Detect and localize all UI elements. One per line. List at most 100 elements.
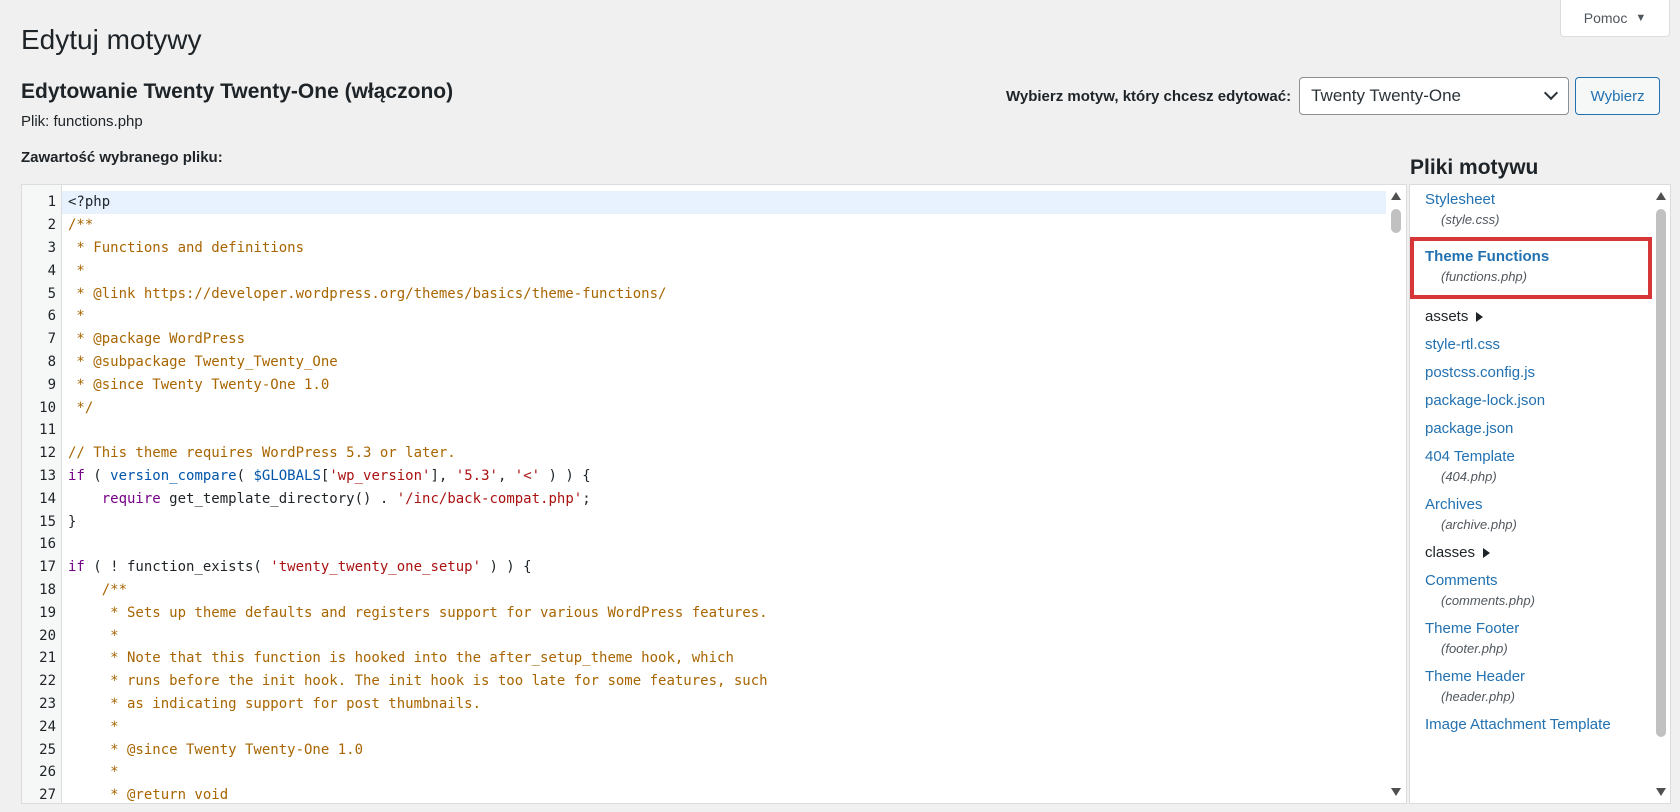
- scroll-up-arrow-icon[interactable]: [1656, 192, 1666, 200]
- file-item-theme-functions[interactable]: Theme Functions (functions.php): [1410, 237, 1652, 299]
- code-text: if ( ! function_exists( 'twenty_twenty_o…: [62, 556, 1386, 579]
- editor-scrollbar[interactable]: [1386, 185, 1406, 803]
- line-number: 7: [47, 331, 56, 348]
- folder-assets[interactable]: assets: [1410, 307, 1652, 327]
- theme-select[interactable]: Twenty Twenty-One: [1299, 77, 1570, 115]
- code-text: * @return void: [62, 784, 1386, 804]
- code-line[interactable]: 4 *: [22, 259, 1386, 282]
- line-number: 11: [39, 422, 56, 439]
- file-link[interactable]: Comments: [1425, 571, 1652, 591]
- scroll-thumb[interactable]: [1391, 209, 1401, 233]
- file-item-style-rtl-css[interactable]: style-rtl.css: [1410, 335, 1652, 355]
- scroll-down-arrow-icon[interactable]: [1391, 788, 1401, 796]
- line-number: 2: [47, 217, 56, 234]
- file-item-postcss-config-js[interactable]: postcss.config.js: [1410, 363, 1652, 383]
- code-line[interactable]: 6 *: [22, 305, 1386, 328]
- code-token: * @since Twenty Twenty-One 1.0: [68, 741, 364, 758]
- file-link[interactable]: Theme Functions: [1425, 247, 1648, 267]
- code-line[interactable]: 1 <?php: [22, 191, 1386, 214]
- code-token: '/inc/back-compat.php': [396, 490, 583, 507]
- edit-heading: Edytowanie Twenty Twenty-One (włączono): [21, 80, 454, 103]
- code-line[interactable]: 3 * Functions and definitions: [22, 237, 1386, 260]
- code-text: * @link https://developer.wordpress.org/…: [62, 282, 1386, 305]
- code-text: */: [62, 396, 1386, 419]
- code-token: ) ) {: [481, 559, 532, 576]
- file-item-archives[interactable]: Archives (archive.php): [1410, 495, 1652, 535]
- choose-theme-button[interactable]: Wybierz: [1575, 77, 1661, 115]
- code-token: */: [68, 399, 94, 416]
- code-line[interactable]: 26 *: [22, 761, 1386, 784]
- scroll-thumb[interactable]: [1656, 209, 1666, 737]
- code-text: require get_template_directory() . '/inc…: [62, 487, 1386, 510]
- code-editor[interactable]: 1 <?php 2/** 3 * Functions and definitions 4…: [21, 184, 1407, 804]
- code-line[interactable]: 7 * @package WordPress: [22, 328, 1386, 351]
- code-text: *: [62, 259, 1386, 282]
- code-line[interactable]: 16: [22, 533, 1386, 556]
- file-subtitle: (archive.php): [1441, 517, 1517, 532]
- file-link[interactable]: package.json: [1425, 419, 1652, 439]
- code-line[interactable]: 25 * @since Twenty Twenty-One 1.0: [22, 738, 1386, 761]
- theme-select-label: Wybierz motyw, który chcesz edytować:: [1006, 87, 1292, 105]
- code-line[interactable]: 12 // This theme requires WordPress 5.3 o…: [22, 442, 1386, 465]
- theme-files-list: Stylesheet (style.css) Theme Functions (fun…: [1410, 185, 1652, 735]
- code-line[interactable]: 15}: [22, 510, 1386, 533]
- content-label: Zawartość wybranego pliku:: [21, 149, 223, 166]
- code-line[interactable]: 8 * @subpackage Twenty_Twenty_One: [22, 351, 1386, 374]
- code-text: <?php: [62, 191, 1386, 214]
- code-line[interactable]: 18 /**: [22, 579, 1386, 602]
- code-line[interactable]: 14 require get_template_directory() . '/…: [22, 487, 1386, 510]
- code-line[interactable]: 11: [22, 419, 1386, 442]
- code-line[interactable]: 9 * @since Twenty Twenty-One 1.0: [22, 373, 1386, 396]
- file-item-theme-footer[interactable]: Theme Footer (footer.php): [1410, 619, 1652, 659]
- file-link[interactable]: package-lock.json: [1425, 391, 1652, 411]
- folder-name: assets: [1425, 308, 1469, 325]
- folder-name: classes: [1425, 544, 1476, 561]
- file-link[interactable]: Theme Footer: [1425, 619, 1652, 639]
- file-link[interactable]: 404 Template: [1425, 447, 1652, 467]
- file-link[interactable]: style-rtl.css: [1425, 335, 1652, 355]
- code-line[interactable]: 2 /**: [22, 214, 1386, 237]
- line-number: 4: [47, 262, 56, 279]
- code-token: '<': [514, 467, 541, 484]
- line-number: 3: [47, 239, 56, 256]
- file-link[interactable]: Theme Header: [1425, 667, 1652, 687]
- scroll-up-arrow-icon[interactable]: [1391, 192, 1401, 200]
- file-item-404-template[interactable]: 404 Template (404.php): [1410, 447, 1652, 487]
- file-name: functions.php: [53, 113, 143, 130]
- file-item-comments[interactable]: Comments (comments.php): [1410, 571, 1652, 611]
- code-text: * runs before the init hook. The init ho…: [62, 670, 1386, 693]
- line-number: 23: [39, 695, 56, 712]
- code-line[interactable]: 10 */: [22, 396, 1386, 419]
- line-number: 22: [39, 673, 56, 690]
- code-line[interactable]: 21 * Note that this function is hooked i…: [22, 647, 1386, 670]
- files-scrollbar[interactable]: [1652, 185, 1670, 803]
- code-token: *: [68, 764, 119, 781]
- file-subtitle: (comments.php): [1441, 593, 1535, 608]
- file-item-image-attachment-template[interactable]: Image Attachment Template: [1410, 715, 1652, 735]
- file-link[interactable]: Stylesheet: [1425, 190, 1652, 210]
- line-number: 12: [39, 445, 56, 462]
- code-line[interactable]: 13 if ( version_compare( $GLOBALS['wp_ver…: [22, 465, 1386, 488]
- file-link[interactable]: Archives: [1425, 495, 1652, 515]
- file-item-theme-header[interactable]: Theme Header (header.php): [1410, 667, 1652, 707]
- folder-classes[interactable]: classes: [1410, 543, 1652, 563]
- line-number: 13: [39, 467, 56, 484]
- help-button[interactable]: Pomoc ▼: [1560, 0, 1670, 37]
- file-item-package-lock-json[interactable]: package-lock.json: [1410, 391, 1652, 411]
- code-line[interactable]: 22 * runs before the init hook. The init…: [22, 670, 1386, 693]
- code-line[interactable]: 23 * as indicating support for post thum…: [22, 693, 1386, 716]
- file-link[interactable]: postcss.config.js: [1425, 363, 1652, 383]
- code-line[interactable]: 20 *: [22, 624, 1386, 647]
- file-item-package-json[interactable]: package.json: [1410, 419, 1652, 439]
- scroll-down-arrow-icon[interactable]: [1656, 788, 1666, 796]
- code-line[interactable]: 19 * Sets up theme defaults and register…: [22, 601, 1386, 624]
- file-link[interactable]: Image Attachment Template: [1425, 715, 1652, 735]
- code-text: *: [62, 305, 1386, 328]
- code-token: * @return void: [68, 787, 229, 804]
- code-line[interactable]: 17 if ( ! function_exists( 'twenty_twenty…: [22, 556, 1386, 579]
- file-item-stylesheet[interactable]: Stylesheet (style.css): [1410, 190, 1652, 230]
- code-line[interactable]: 5 * @link https://developer.wordpress.or…: [22, 282, 1386, 305]
- code-line[interactable]: 27 * @return void: [22, 784, 1386, 804]
- code-line[interactable]: 24 *: [22, 715, 1386, 738]
